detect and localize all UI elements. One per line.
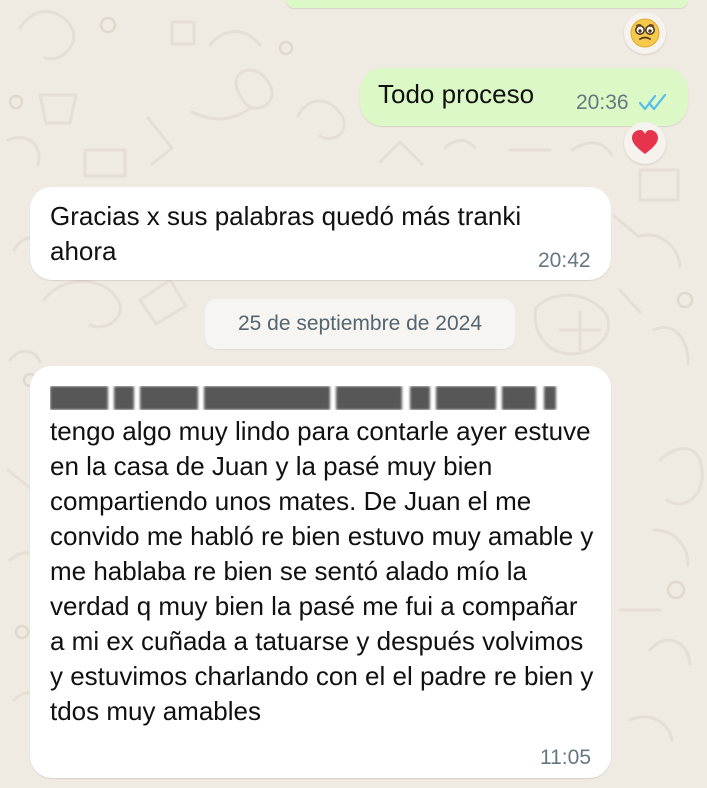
incoming-message-bubble[interactable]: tengo algo muy lindo para contarle ayer … bbox=[30, 366, 611, 778]
incoming-message-bubble[interactable]: Gracias x sus palabras quedó más tranki … bbox=[30, 187, 611, 280]
message-time: 20:42 bbox=[538, 249, 591, 272]
double-check-read-icon bbox=[638, 93, 667, 111]
heart-reaction[interactable] bbox=[624, 122, 666, 164]
outgoing-message-bubble[interactable]: Todo proceso 20:36 bbox=[360, 68, 688, 126]
message-time: 20:36 bbox=[576, 91, 629, 114]
date-separator: 25 de septiembre de 2024 bbox=[205, 299, 515, 349]
message-text: tengo algo muy lindo para contarle ayer … bbox=[50, 416, 594, 726]
heart-icon bbox=[632, 130, 658, 154]
pleading-face-icon bbox=[630, 18, 660, 48]
message-text: Todo proceso bbox=[378, 79, 535, 109]
outgoing-message-bubble[interactable] bbox=[286, 0, 688, 8]
redacted-text-line bbox=[50, 386, 560, 410]
pleading-face-reaction[interactable] bbox=[624, 12, 666, 54]
message-time: 11:05 bbox=[540, 746, 591, 769]
message-text: Gracias x sus palabras quedó más tranki … bbox=[50, 201, 522, 266]
